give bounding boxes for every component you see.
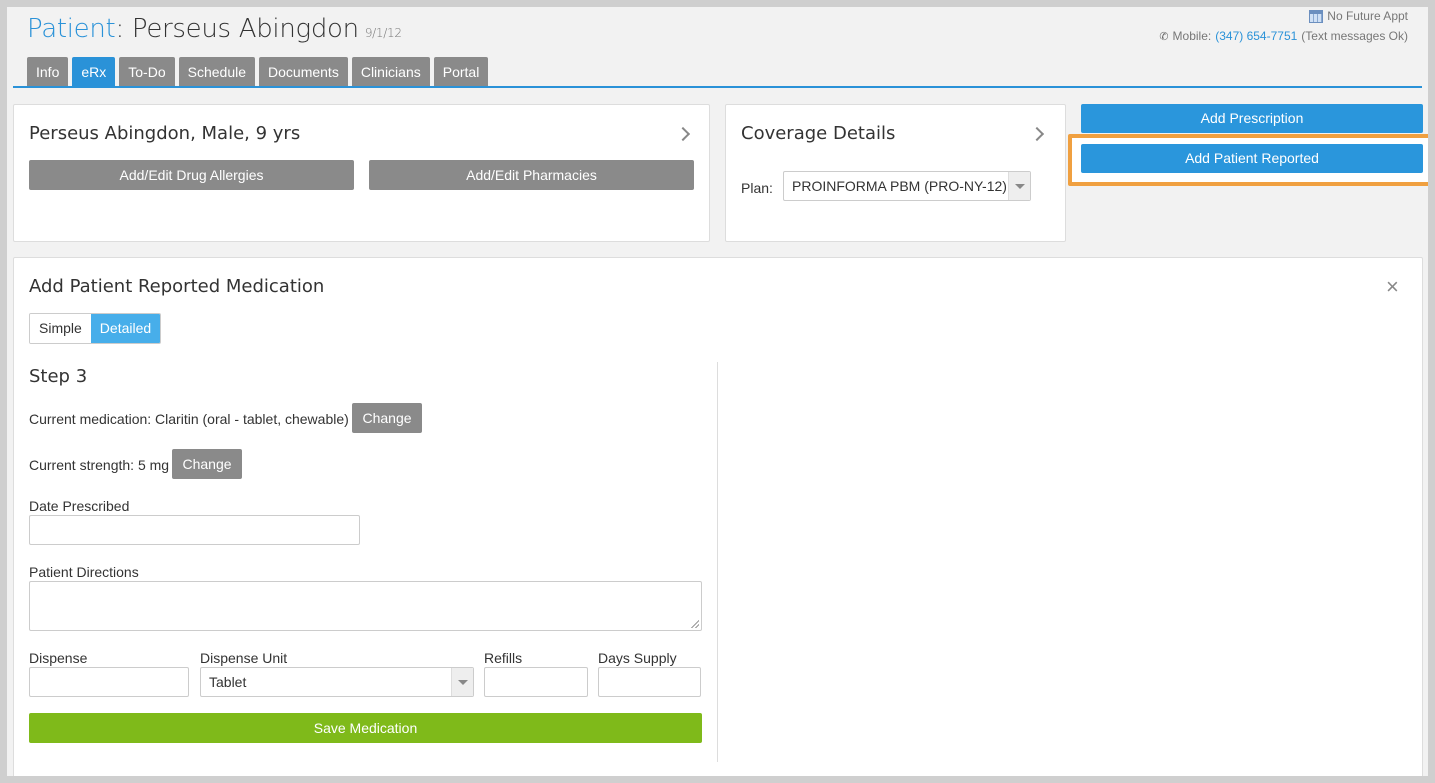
add-edit-pharmacies-button[interactable]: Add/Edit Pharmacies bbox=[369, 160, 694, 190]
dispense-label: Dispense bbox=[29, 650, 88, 666]
page-title: Patient: Perseus Abingdon 9/1/12 bbox=[27, 14, 402, 44]
patient-summary-card: Perseus Abingdon, Male, 9 yrs Add/Edit D… bbox=[13, 104, 710, 242]
calendar-icon bbox=[1309, 9, 1324, 23]
tab-underline bbox=[13, 86, 1422, 88]
title-separator: : bbox=[115, 14, 132, 44]
days-supply-input[interactable] bbox=[598, 667, 701, 697]
date-prescribed-input[interactable] bbox=[29, 515, 360, 545]
app-frame: Patient: Perseus Abingdon 9/1/12 No Futur… bbox=[7, 7, 1428, 776]
tab-portal[interactable]: Portal bbox=[433, 57, 489, 87]
tab-info[interactable]: Info bbox=[27, 57, 69, 87]
mode-simple-button[interactable]: Simple bbox=[30, 314, 91, 343]
chevron-down-icon bbox=[1008, 172, 1030, 200]
panel-title: Add Patient Reported Medication bbox=[29, 276, 325, 297]
tab-schedule[interactable]: Schedule bbox=[178, 57, 256, 87]
plan-value: PROINFORMA PBM (PRO-NY-12) bbox=[792, 178, 1007, 194]
tab-todo[interactable]: To-Do bbox=[119, 57, 175, 87]
dispense-unit-select[interactable]: Tablet bbox=[200, 667, 474, 697]
save-medication-button[interactable]: Save Medication bbox=[29, 713, 702, 743]
refills-label: Refills bbox=[484, 650, 523, 666]
patient-dob: 9/1/12 bbox=[364, 26, 402, 40]
add-prescription-button[interactable]: Add Prescription bbox=[1081, 104, 1423, 133]
mobile-label: Mobile: bbox=[1172, 29, 1212, 43]
dispense-unit-label: Dispense Unit bbox=[200, 650, 288, 666]
tab-bar: Info eRx To-Do Schedule Documents Clinic… bbox=[27, 57, 489, 87]
appointment-text: No Future Appt bbox=[1327, 9, 1408, 23]
add-patient-reported-button[interactable]: Add Patient Reported bbox=[1081, 144, 1423, 173]
change-strength-button[interactable]: Change bbox=[172, 449, 242, 479]
mode-toggle: Simple Detailed bbox=[29, 313, 162, 344]
mobile-number[interactable]: (347) 654-7751 bbox=[1215, 29, 1297, 43]
current-strength-text: Current strength: 5 mg bbox=[29, 457, 170, 473]
close-icon[interactable]: × bbox=[1386, 276, 1399, 298]
current-medication-text: Current medication: Claritin (oral - tab… bbox=[29, 411, 349, 427]
tab-clinicians[interactable]: Clinicians bbox=[351, 57, 430, 87]
add-edit-drug-allergies-button[interactable]: Add/Edit Drug Allergies bbox=[29, 160, 354, 190]
mobile-contact: ✆ Mobile: (347) 654-7751 (Text messages … bbox=[1159, 29, 1408, 43]
days-supply-label: Days Supply bbox=[598, 650, 677, 666]
resize-handle-icon[interactable] bbox=[691, 620, 699, 628]
plan-select[interactable]: PROINFORMA PBM (PRO-NY-12) bbox=[783, 171, 1031, 201]
column-divider bbox=[717, 362, 718, 762]
plan-label: Plan: bbox=[741, 180, 773, 196]
patient-label: Patient bbox=[27, 14, 116, 44]
step-heading: Step 3 bbox=[29, 366, 88, 387]
chevron-right-icon[interactable] bbox=[675, 126, 691, 142]
patient-directions-label: Patient Directions bbox=[29, 564, 139, 580]
change-medication-button[interactable]: Change bbox=[352, 403, 422, 433]
phone-icon: ✆ bbox=[1159, 30, 1169, 43]
mode-detailed-button[interactable]: Detailed bbox=[90, 314, 161, 343]
refills-input[interactable] bbox=[484, 667, 588, 697]
patient-summary: Perseus Abingdon, Male, 9 yrs bbox=[29, 123, 301, 144]
dispense-input[interactable] bbox=[29, 667, 189, 697]
add-medication-panel: Add Patient Reported Medication × Simple… bbox=[13, 257, 1423, 776]
dispense-unit-value: Tablet bbox=[209, 674, 247, 690]
chevron-down-icon bbox=[451, 668, 473, 696]
mobile-note: (Text messages Ok) bbox=[1301, 29, 1408, 43]
coverage-title: Coverage Details bbox=[741, 123, 896, 144]
patient-directions-textarea[interactable] bbox=[29, 581, 702, 631]
chevron-right-icon[interactable] bbox=[1029, 126, 1045, 142]
date-prescribed-label: Date Prescribed bbox=[29, 498, 130, 514]
coverage-details-card: Coverage Details Plan: PROINFORMA PBM (P… bbox=[725, 104, 1066, 242]
appointment-status[interactable]: No Future Appt bbox=[1309, 9, 1408, 23]
patient-name: Perseus Abingdon bbox=[131, 14, 359, 44]
tab-erx[interactable]: eRx bbox=[72, 57, 116, 87]
tab-documents[interactable]: Documents bbox=[259, 57, 348, 87]
